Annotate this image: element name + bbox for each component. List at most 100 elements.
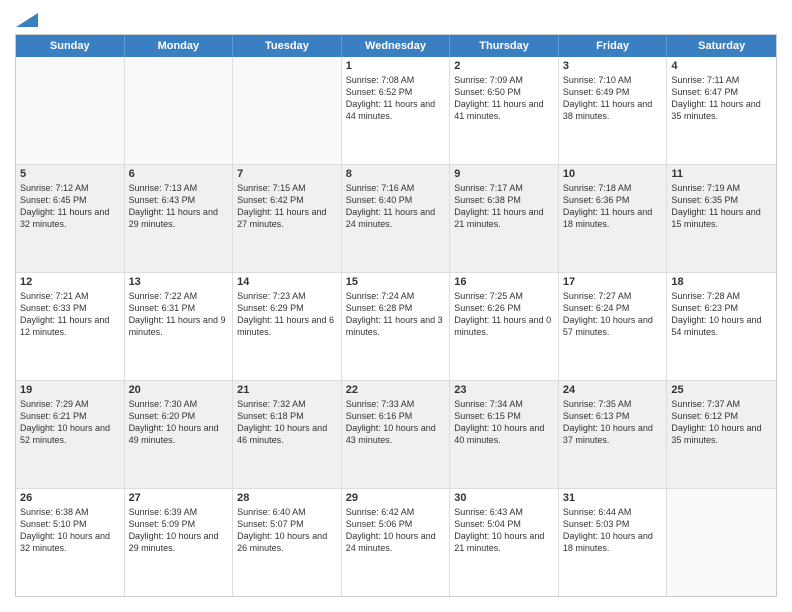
cell-text: Sunrise: 7:27 AM Sunset: 6:24 PM Dayligh… — [563, 290, 663, 339]
calendar-cell: 25 Sunrise: 7:37 AM Sunset: 6:12 PM Dayli… — [667, 381, 776, 488]
cell-text: Sunrise: 7:32 AM Sunset: 6:18 PM Dayligh… — [237, 398, 337, 447]
day-number: 20 — [129, 384, 229, 396]
day-number: 6 — [129, 168, 229, 180]
calendar-cell — [233, 57, 342, 164]
day-number: 10 — [563, 168, 663, 180]
calendar-cell: 3 Sunrise: 7:10 AM Sunset: 6:49 PM Daylig… — [559, 57, 668, 164]
calendar-cell: 27 Sunrise: 6:39 AM Sunset: 5:09 PM Dayli… — [125, 489, 234, 596]
calendar-cell: 17 Sunrise: 7:27 AM Sunset: 6:24 PM Dayli… — [559, 273, 668, 380]
day-number: 27 — [129, 492, 229, 504]
calendar-row: 26 Sunrise: 6:38 AM Sunset: 5:10 PM Dayli… — [16, 489, 776, 596]
calendar-cell: 20 Sunrise: 7:30 AM Sunset: 6:20 PM Dayli… — [125, 381, 234, 488]
calendar-row: 5 Sunrise: 7:12 AM Sunset: 6:45 PM Daylig… — [16, 165, 776, 273]
calendar-cell: 29Sunrise: 6:42 AM Sunset: 5:06 PM Dayli… — [342, 489, 451, 596]
calendar-cell — [16, 57, 125, 164]
calendar-cell: 24Sunrise: 7:35 AM Sunset: 6:13 PM Dayli… — [559, 381, 668, 488]
day-number: 8 — [346, 168, 446, 180]
day-number: 16 — [454, 276, 554, 288]
day-number: 30 — [454, 492, 554, 504]
calendar-cell: 10 Sunrise: 7:18 AM Sunset: 6:36 PM Dayli… — [559, 165, 668, 272]
header-day-saturday: Saturday — [667, 35, 776, 57]
page: SundayMondayTuesdayWednesdayThursdayFrid… — [0, 0, 792, 612]
cell-text: Sunrise: 7:11 AM Sunset: 6:47 PM Dayligh… — [671, 74, 772, 123]
day-number: 13 — [129, 276, 229, 288]
cell-text: Sunrise: 6:38 AM Sunset: 5:10 PM Dayligh… — [20, 506, 120, 555]
cell-text: Sunrise: 7:15 AM Sunset: 6:42 PM Dayligh… — [237, 182, 337, 231]
logo-icon — [16, 13, 38, 29]
calendar-cell — [125, 57, 234, 164]
cell-text: Sunrise: 7:23 AM Sunset: 6:29 PM Dayligh… — [237, 290, 337, 339]
calendar-row: 12Sunrise: 7:21 AM Sunset: 6:33 PM Dayli… — [16, 273, 776, 381]
cell-text: Sunrise: 6:43 AM Sunset: 5:04 PM Dayligh… — [454, 506, 554, 555]
calendar-cell: 1Sunrise: 7:08 AM Sunset: 6:52 PM Daylig… — [342, 57, 451, 164]
cell-text: Sunrise: 7:37 AM Sunset: 6:12 PM Dayligh… — [671, 398, 772, 447]
cell-text: Sunrise: 6:40 AM Sunset: 5:07 PM Dayligh… — [237, 506, 337, 555]
day-number: 25 — [671, 384, 772, 396]
calendar-cell — [667, 489, 776, 596]
day-number: 23 — [454, 384, 554, 396]
day-number: 31 — [563, 492, 663, 504]
calendar-cell: 12Sunrise: 7:21 AM Sunset: 6:33 PM Dayli… — [16, 273, 125, 380]
cell-text: Sunrise: 7:09 AM Sunset: 6:50 PM Dayligh… — [454, 74, 554, 123]
day-number: 14 — [237, 276, 337, 288]
cell-text: Sunrise: 7:18 AM Sunset: 6:36 PM Dayligh… — [563, 182, 663, 231]
calendar-cell: 30 Sunrise: 6:43 AM Sunset: 5:04 PM Dayli… — [450, 489, 559, 596]
calendar-cell: 11 Sunrise: 7:19 AM Sunset: 6:35 PM Dayli… — [667, 165, 776, 272]
calendar-cell: 8Sunrise: 7:16 AM Sunset: 6:40 PM Daylig… — [342, 165, 451, 272]
calendar-cell: 15 Sunrise: 7:24 AM Sunset: 6:28 PM Dayli… — [342, 273, 451, 380]
calendar-cell: 16 Sunrise: 7:25 AM Sunset: 6:26 PM Dayli… — [450, 273, 559, 380]
calendar-cell: 23 Sunrise: 7:34 AM Sunset: 6:15 PM Dayli… — [450, 381, 559, 488]
day-number: 26 — [20, 492, 120, 504]
calendar-row: 19Sunrise: 7:29 AM Sunset: 6:21 PM Dayli… — [16, 381, 776, 489]
calendar-header: SundayMondayTuesdayWednesdayThursdayFrid… — [16, 35, 776, 57]
calendar-body: 1Sunrise: 7:08 AM Sunset: 6:52 PM Daylig… — [16, 57, 776, 596]
cell-text: Sunrise: 7:12 AM Sunset: 6:45 PM Dayligh… — [20, 182, 120, 231]
day-number: 3 — [563, 60, 663, 72]
cell-text: Sunrise: 7:19 AM Sunset: 6:35 PM Dayligh… — [671, 182, 772, 231]
calendar-row: 1Sunrise: 7:08 AM Sunset: 6:52 PM Daylig… — [16, 57, 776, 165]
calendar-cell: 6 Sunrise: 7:13 AM Sunset: 6:43 PM Daylig… — [125, 165, 234, 272]
calendar-cell: 18Sunrise: 7:28 AM Sunset: 6:23 PM Dayli… — [667, 273, 776, 380]
header-day-tuesday: Tuesday — [233, 35, 342, 57]
calendar-cell: 31 Sunrise: 6:44 AM Sunset: 5:03 PM Dayli… — [559, 489, 668, 596]
day-number: 11 — [671, 168, 772, 180]
calendar-cell: 28 Sunrise: 6:40 AM Sunset: 5:07 PM Dayli… — [233, 489, 342, 596]
header — [15, 15, 777, 26]
day-number: 7 — [237, 168, 337, 180]
cell-text: Sunrise: 7:28 AM Sunset: 6:23 PM Dayligh… — [671, 290, 772, 339]
day-number: 4 — [671, 60, 772, 72]
day-number: 2 — [454, 60, 554, 72]
calendar-cell: 7 Sunrise: 7:15 AM Sunset: 6:42 PM Daylig… — [233, 165, 342, 272]
calendar-cell: 13 Sunrise: 7:22 AM Sunset: 6:31 PM Dayli… — [125, 273, 234, 380]
calendar-cell: 14 Sunrise: 7:23 AM Sunset: 6:29 PM Dayli… — [233, 273, 342, 380]
cell-text: Sunrise: 7:22 AM Sunset: 6:31 PM Dayligh… — [129, 290, 229, 339]
calendar-cell: 21 Sunrise: 7:32 AM Sunset: 6:18 PM Dayli… — [233, 381, 342, 488]
cell-text: Sunrise: 6:44 AM Sunset: 5:03 PM Dayligh… — [563, 506, 663, 555]
cell-text: Sunrise: 7:30 AM Sunset: 6:20 PM Dayligh… — [129, 398, 229, 447]
header-day-wednesday: Wednesday — [342, 35, 451, 57]
calendar-cell: 5 Sunrise: 7:12 AM Sunset: 6:45 PM Daylig… — [16, 165, 125, 272]
cell-text: Sunrise: 7:13 AM Sunset: 6:43 PM Dayligh… — [129, 182, 229, 231]
header-day-sunday: Sunday — [16, 35, 125, 57]
cell-text: Sunrise: 6:39 AM Sunset: 5:09 PM Dayligh… — [129, 506, 229, 555]
day-number: 29 — [346, 492, 446, 504]
day-number: 17 — [563, 276, 663, 288]
cell-text: Sunrise: 7:10 AM Sunset: 6:49 PM Dayligh… — [563, 74, 663, 123]
cell-text: Sunrise: 7:34 AM Sunset: 6:15 PM Dayligh… — [454, 398, 554, 447]
day-number: 15 — [346, 276, 446, 288]
day-number: 21 — [237, 384, 337, 396]
day-number: 9 — [454, 168, 554, 180]
cell-text: Sunrise: 7:33 AM Sunset: 6:16 PM Dayligh… — [346, 398, 446, 447]
calendar-cell: 4 Sunrise: 7:11 AM Sunset: 6:47 PM Daylig… — [667, 57, 776, 164]
cell-text: Sunrise: 7:08 AM Sunset: 6:52 PM Dayligh… — [346, 74, 446, 123]
cell-text: Sunrise: 7:25 AM Sunset: 6:26 PM Dayligh… — [454, 290, 554, 339]
day-number: 28 — [237, 492, 337, 504]
day-number: 5 — [20, 168, 120, 180]
cell-text: Sunrise: 7:24 AM Sunset: 6:28 PM Dayligh… — [346, 290, 446, 339]
day-number: 24 — [563, 384, 663, 396]
header-day-thursday: Thursday — [450, 35, 559, 57]
logo — [15, 15, 38, 26]
header-day-monday: Monday — [125, 35, 234, 57]
cell-text: Sunrise: 7:17 AM Sunset: 6:38 PM Dayligh… — [454, 182, 554, 231]
day-number: 19 — [20, 384, 120, 396]
